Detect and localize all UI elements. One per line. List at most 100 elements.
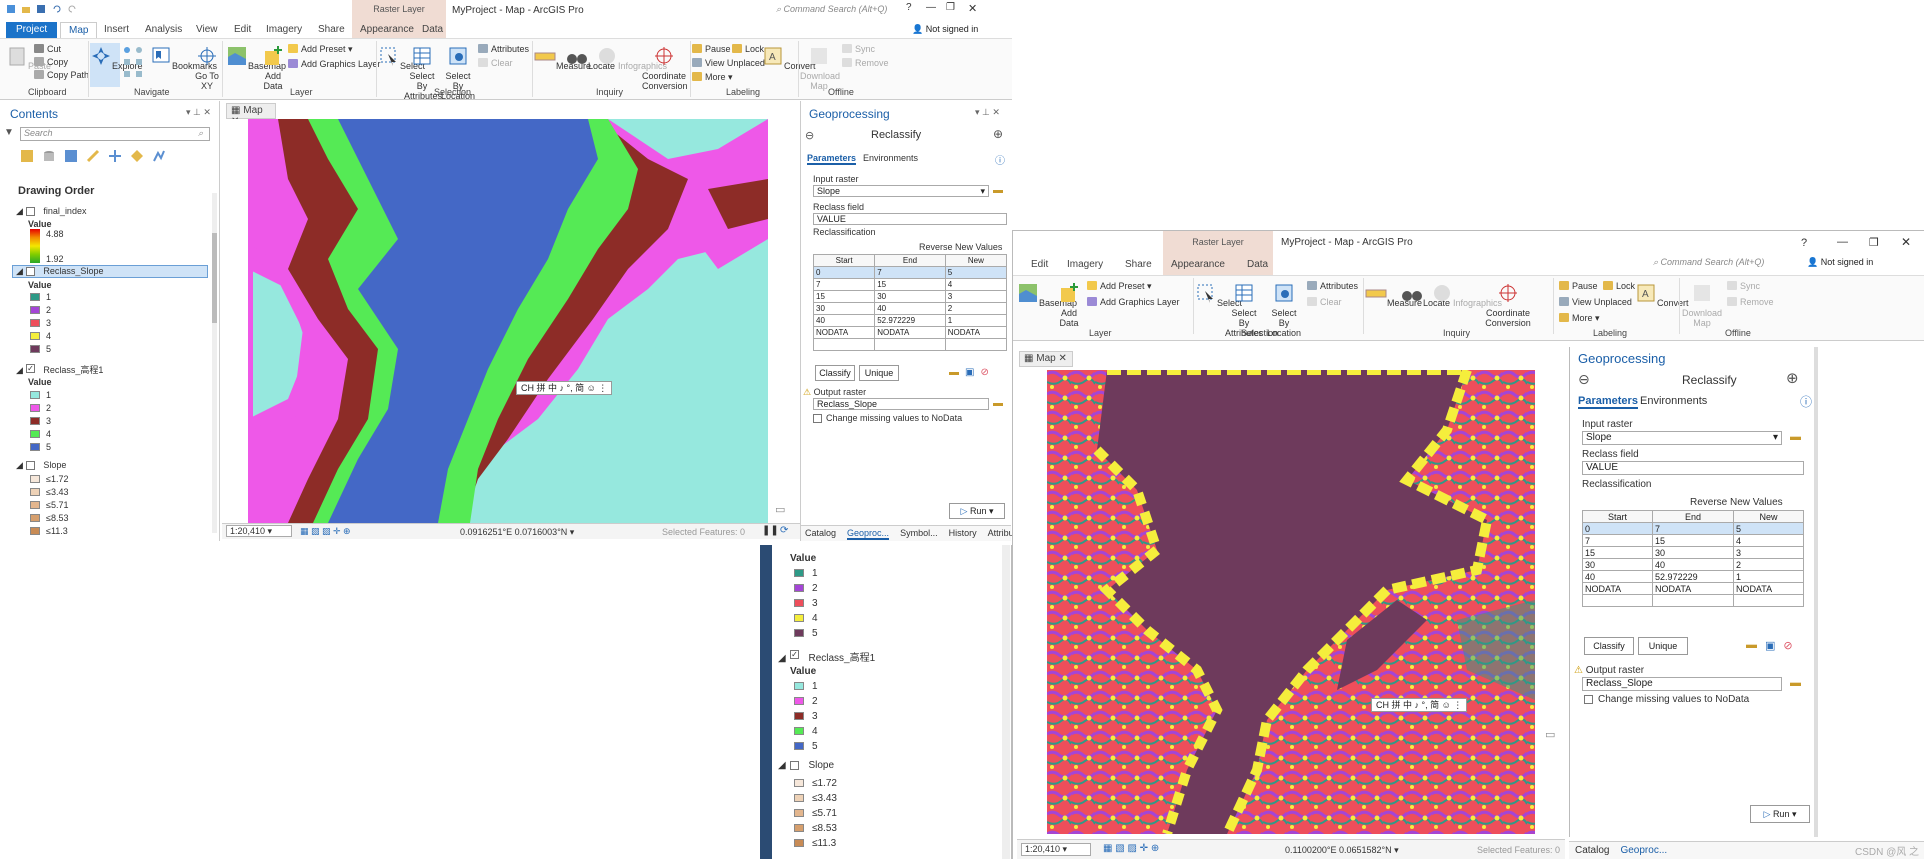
layer-reclass-elevation[interactable]: ◢ ✓ Reclass_高程1	[778, 649, 875, 664]
tab-environments[interactable]: Environments	[1640, 395, 1707, 407]
expand-icon[interactable]: ◢	[778, 760, 788, 771]
clear-selection-button[interactable]: Clear	[478, 58, 513, 69]
coordinate-conversion-button[interactable]: Coordinate Conversion	[1483, 282, 1533, 328]
run-button[interactable]: ▷ Run ▾	[949, 503, 1005, 519]
layer-visibility-checkbox-checked[interactable]: ✓	[790, 650, 799, 659]
tab-edit[interactable]: Edit	[234, 24, 251, 35]
table-row-empty[interactable]	[812, 338, 1008, 351]
coordinate-conversion-button[interactable]: Coordinate Conversion	[642, 45, 688, 91]
table-row[interactable]: 15 30 3	[1581, 546, 1805, 559]
delete-icon[interactable]: ⊘	[980, 367, 988, 378]
layer-reclass-elevation[interactable]: ◢ ✓ Reclass_高程1	[16, 363, 103, 376]
scale-selector[interactable]: 1:20,410 ▾	[1021, 843, 1091, 856]
remove-button[interactable]: Remove	[842, 58, 889, 69]
tab-map[interactable]: Map	[60, 22, 98, 39]
tab-history[interactable]: History	[949, 528, 977, 538]
help-icon[interactable]: ?	[1801, 237, 1807, 249]
reclass-table[interactable]: Start End New 075 7 15 4 15 30 3 30 40 2 40 52.97…	[1581, 510, 1805, 607]
run-button[interactable]: ▷ Run ▾	[1750, 805, 1810, 823]
tab-insert[interactable]: Insert	[104, 24, 129, 35]
command-search[interactable]: ⌕ Command Search (Alt+Q)	[776, 4, 916, 18]
tab-edit[interactable]: Edit	[1031, 259, 1048, 270]
measure-button[interactable]: Measure	[1365, 282, 1422, 308]
more-button[interactable]: More ▾	[1559, 313, 1600, 324]
unique-button[interactable]: Unique	[859, 365, 899, 381]
attributes-button[interactable]: Attributes	[1307, 281, 1358, 292]
layer-slope[interactable]: ◢ Slope	[16, 460, 66, 471]
sync-button[interactable]: Sync	[1727, 281, 1760, 292]
explore-button[interactable]: Explore	[90, 43, 143, 87]
add-tool-icon[interactable]: ⊕	[993, 127, 1003, 141]
view-unplaced-button[interactable]: View Unplaced	[1559, 297, 1632, 308]
layer-reclass-slope[interactable]: ◢ Reclass_Slope	[16, 266, 103, 277]
nodata-checkbox[interactable]	[813, 414, 822, 423]
redo-icon[interactable]	[67, 4, 76, 14]
more-button[interactable]: More ▾	[692, 72, 733, 83]
basemap-button[interactable]: Basemap	[226, 45, 286, 71]
reclass-table[interactable]: Start End New 075 7 15 4 15 30 3 30 40 2 40 52.97…	[812, 254, 1008, 351]
add-data-button[interactable]: Add Data	[260, 45, 286, 91]
sync-button[interactable]: Sync	[842, 44, 875, 55]
layer-final-index[interactable]: ◢ final_index	[16, 206, 86, 217]
tab-appearance[interactable]: Appearance	[360, 24, 414, 35]
undo-icon[interactable]	[52, 4, 61, 14]
table-row[interactable]: 075	[812, 266, 1008, 279]
output-raster-input[interactable]: Reclass_Slope	[1582, 677, 1782, 691]
save-icon[interactable]: ▣	[965, 367, 974, 378]
nodata-checkbox[interactable]	[1584, 695, 1593, 704]
browse-folder-icon[interactable]: ▬	[1790, 677, 1801, 689]
unique-button[interactable]: Unique	[1638, 637, 1688, 655]
copy-path-button[interactable]: Copy Path	[34, 70, 89, 81]
bookmarks-button[interactable]: Bookmarks	[150, 45, 217, 71]
tab-environments[interactable]: Environments	[863, 153, 918, 163]
expand-icon[interactable]: ◢	[16, 266, 25, 276]
table-row[interactable]: 40 52.972229 1	[812, 314, 1008, 327]
delete-icon[interactable]: ⊘	[1783, 639, 1792, 652]
filter-icon[interactable]: ▼	[4, 127, 14, 138]
tab-symbology[interactable]: Symbol...	[900, 528, 938, 538]
select-button[interactable]: Select	[1195, 282, 1242, 308]
expand-icon[interactable]: ◢	[778, 653, 788, 664]
layer-visibility-checkbox[interactable]	[26, 207, 35, 216]
tab-geoprocessing[interactable]: Geoproc...	[847, 528, 890, 540]
convert-button[interactable]: A Convert	[762, 45, 816, 71]
minimize-icon[interactable]: —	[1837, 236, 1848, 248]
infographics-button[interactable]: Infographics	[596, 45, 667, 71]
contents-toolbar[interactable]	[20, 149, 180, 163]
locate-button[interactable]: Locate	[566, 45, 615, 71]
add-tool-icon[interactable]: ⊕	[1786, 369, 1799, 387]
account-status[interactable]: 👤 Not signed in	[1807, 257, 1873, 268]
expand-icon[interactable]: ◢	[16, 206, 25, 216]
table-tools[interactable]: ▬ ▣ ⊘	[949, 367, 989, 378]
help-icon[interactable]: ⓘ	[1800, 393, 1812, 410]
layer-visibility-checkbox-checked[interactable]: ✓	[26, 364, 35, 373]
layer-slope[interactable]: ◢ Slope	[778, 760, 834, 771]
map-view[interactable]: CH 拼 中 ♪ °, 简 ☺ ⋮	[226, 119, 796, 523]
tab-catalog[interactable]: Catalog	[805, 528, 836, 538]
pause-labels-button[interactable]: Pause	[692, 44, 731, 55]
ime-toolbar[interactable]: CH 拼 中 ♪ °, 简 ☺ ⋮	[516, 381, 613, 395]
reclass-field-input[interactable]: VALUE	[1582, 461, 1804, 475]
back-icon[interactable]: ⊖	[1578, 371, 1590, 388]
notification-icon[interactable]: ▭	[775, 503, 785, 516]
back-icon[interactable]: ⊖	[805, 129, 814, 142]
list-by-charts-icon[interactable]	[152, 149, 166, 163]
browse-folder-icon[interactable]: ▬	[993, 185, 1003, 196]
tab-catalog[interactable]: Catalog	[1575, 845, 1609, 856]
reclass-field-input[interactable]: VALUE	[813, 213, 1007, 225]
lock-labels-button[interactable]: Lock	[732, 44, 764, 55]
list-by-drawing-order-icon[interactable]	[20, 149, 34, 163]
add-preset-button[interactable]: Add Preset ▾	[1087, 281, 1152, 292]
close-icon[interactable]: ✕	[1901, 235, 1911, 249]
notification-icon[interactable]: ▭	[1545, 728, 1555, 741]
list-by-selection-icon[interactable]	[64, 149, 78, 163]
layer-visibility-checkbox[interactable]	[26, 267, 35, 276]
map-nav-icons[interactable]: ▦ ▧ ▨ ✛ ⊕	[300, 526, 351, 537]
add-graphics-layer-button[interactable]: Add Graphics Layer	[288, 59, 381, 70]
tab-imagery[interactable]: Imagery	[266, 24, 302, 35]
restore-icon[interactable]: ❐	[946, 2, 955, 13]
tab-data[interactable]: Data	[422, 24, 443, 35]
close-icon[interactable]: ✕	[968, 2, 977, 15]
slope-class-map[interactable]	[1047, 370, 1535, 834]
tab-attributes[interactable]: Attribu...	[988, 528, 1012, 538]
